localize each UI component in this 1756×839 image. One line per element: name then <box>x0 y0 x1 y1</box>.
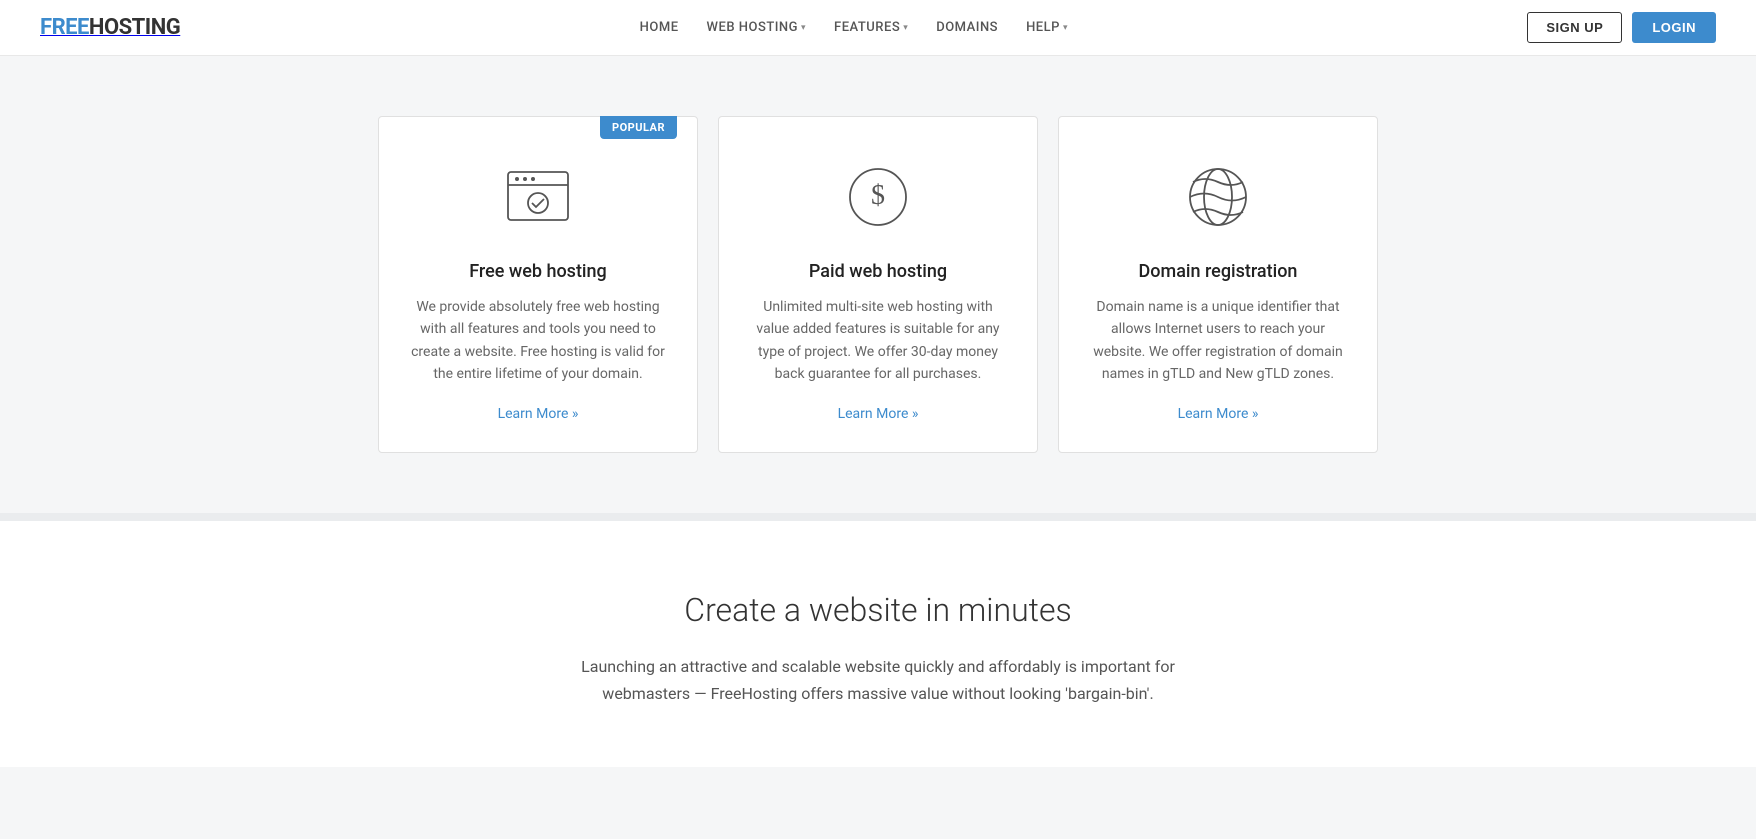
svg-text:$: $ <box>871 180 885 211</box>
cards-container: POPULAR F <box>378 116 1378 453</box>
card-paid-hosting: $ Paid web hosting Unlimited multi-site … <box>718 116 1038 453</box>
card-paid-hosting-link[interactable]: Learn More » <box>838 406 919 422</box>
create-title: Create a website in minutes <box>40 591 1716 629</box>
globe-icon <box>1178 157 1258 237</box>
chevron-down-icon: ▾ <box>903 23 908 33</box>
header: FREEHOSTING HOME WEB HOSTING ▾ FEATURES … <box>0 0 1756 56</box>
main-content: POPULAR F <box>0 56 1756 767</box>
signup-button[interactable]: SIGN UP <box>1527 12 1622 43</box>
card-paid-hosting-title: Paid web hosting <box>809 261 947 282</box>
nav-help[interactable]: HELP ▾ <box>1026 20 1068 35</box>
nav-features[interactable]: FEATURES ▾ <box>834 20 908 35</box>
card-free-hosting-link[interactable]: Learn More » <box>498 406 579 422</box>
card-free-hosting: POPULAR F <box>378 116 698 453</box>
card-paid-hosting-desc: Unlimited multi-site web hosting with va… <box>749 296 1007 386</box>
section-divider <box>0 513 1756 521</box>
card-domain-desc: Domain name is a unique identifier that … <box>1089 296 1347 386</box>
chevron-down-icon: ▾ <box>1063 23 1068 33</box>
create-website-section: Create a website in minutes Launching an… <box>0 521 1756 767</box>
chevron-down-icon: ▾ <box>801 23 806 33</box>
browser-check-icon <box>498 157 578 237</box>
logo-free: FREE <box>40 15 89 40</box>
card-domain-link[interactable]: Learn More » <box>1178 406 1259 422</box>
create-description: Launching an attractive and scalable web… <box>558 653 1198 707</box>
popular-badge: POPULAR <box>600 116 677 139</box>
card-domain-registration: Domain registration Domain name is a uni… <box>1058 116 1378 453</box>
main-nav: HOME WEB HOSTING ▾ FEATURES ▾ DOMAINS HE… <box>640 20 1068 35</box>
card-free-hosting-desc: We provide absolutely free web hosting w… <box>409 296 667 386</box>
nav-web-hosting[interactable]: WEB HOSTING ▾ <box>707 20 807 35</box>
logo-hosting: HOSTING <box>89 15 180 40</box>
card-domain-title: Domain registration <box>1139 261 1298 282</box>
nav-home[interactable]: HOME <box>640 20 679 35</box>
dollar-circle-icon: $ <box>838 157 918 237</box>
logo[interactable]: FREEHOSTING <box>40 15 180 40</box>
login-button[interactable]: LOGIN <box>1632 12 1716 43</box>
header-buttons: SIGN UP LOGIN <box>1527 12 1716 43</box>
cards-section: POPULAR F <box>0 56 1756 513</box>
nav-domains[interactable]: DOMAINS <box>936 20 998 35</box>
card-free-hosting-title: Free web hosting <box>469 261 607 282</box>
